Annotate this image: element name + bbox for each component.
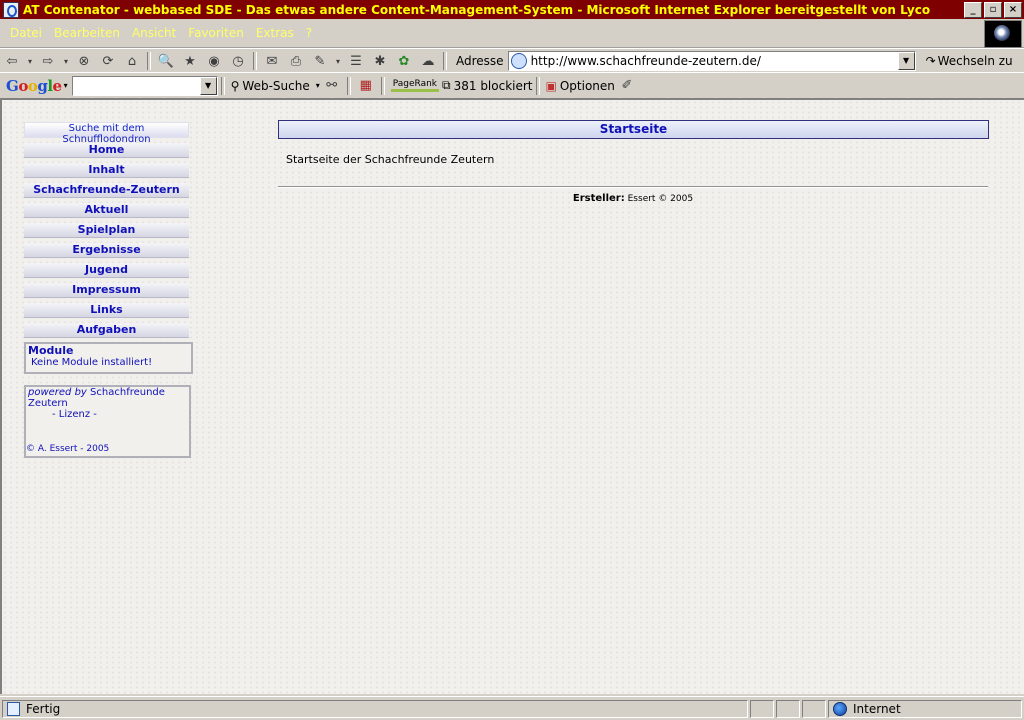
forward-dropdown-icon[interactable]: ▾ [62, 52, 70, 70]
mail-icon[interactable]: ✉ [262, 52, 282, 70]
nav-schachfreunde-zeutern[interactable]: Schachfreunde-Zeutern [24, 183, 189, 198]
status-bar: Fertig Internet [0, 696, 1024, 720]
discuss-icon[interactable]: ▾ [334, 52, 342, 70]
address-url[interactable]: http://www.schachfreunde-zeutern.de/ [531, 54, 761, 68]
google-logo[interactable]: Google [6, 77, 62, 95]
icq-icon[interactable]: ✿ [394, 52, 414, 70]
internet-zone-icon [833, 701, 847, 716]
modules-box: Module Keine Module installiert! [24, 342, 193, 374]
news-icon[interactable]: ▦ [356, 77, 376, 95]
back-icon[interactable]: ⇦ [2, 52, 22, 70]
popup-blocker-button[interactable]: ⧉ 381 blockiert [442, 78, 533, 93]
page-content: Suche mit dem Schnufflodondron Home Inha… [0, 98, 1024, 694]
highlight-icon[interactable]: ✐ [617, 77, 637, 95]
web-search-dropdown-icon[interactable]: ▾ [316, 81, 320, 90]
pagerank-label: PageRank [390, 79, 440, 92]
nav-links[interactable]: Links [24, 303, 189, 318]
footer-value: Essert © 2005 [627, 194, 694, 204]
google-search-dropdown-icon[interactable]: ▼ [199, 76, 217, 95]
address-field[interactable]: http://www.schachfreunde-zeutern.de/ ▼ [507, 51, 916, 71]
back-dropdown-icon[interactable]: ▾ [26, 52, 34, 70]
window-title: AT Contenator - webbased SDE - Das etwas… [23, 2, 931, 17]
status-cell [802, 699, 826, 718]
search-link[interactable]: Suche mit dem Schnufflodondron [24, 122, 189, 145]
footer-label: Ersteller: [572, 193, 625, 204]
go-button[interactable]: ↷ Wechseln zu [926, 54, 1013, 68]
nav-inhalt[interactable]: Inhalt [24, 163, 189, 178]
powered-by-box: powered by Schachfreunde Zeutern - Lizen… [24, 385, 191, 458]
address-dropdown-icon[interactable]: ▼ [897, 52, 915, 70]
media-icon[interactable]: ◉ [204, 52, 224, 70]
pagerank-indicator[interactable]: PageRank [390, 79, 440, 92]
ie-icon[interactable] [3, 1, 19, 18]
menu-bearbeiten[interactable]: Bearbeiten [52, 26, 122, 40]
google-search-input[interactable]: ▼ [71, 75, 218, 96]
sidebar-copyright: © A. Essert - 2005 [26, 444, 110, 454]
search-icon[interactable]: 🔍 [156, 52, 176, 70]
google-toolbar: Google ▾ ▼ ⚲ Web-Suche ▾ ⚯ ▦ PageRank ⧉ … [0, 72, 1024, 99]
options-label: Optionen [559, 78, 615, 93]
nav-home[interactable]: Home [24, 143, 189, 158]
notepad-icon[interactable]: ☰ [346, 52, 366, 70]
google-menu-dropdown-icon[interactable]: ▾ [64, 81, 68, 90]
menu-help[interactable]: ? [304, 26, 314, 40]
web-search-button[interactable]: ⚲ Web-Suche ▾ [231, 79, 320, 93]
nav-impressum[interactable]: Impressum [24, 283, 189, 298]
title-bar: AT Contenator - webbased SDE - Das etwas… [0, 0, 1024, 19]
windows-logo-icon [984, 20, 1022, 48]
page-footer: Ersteller: Essert © 2005 [278, 193, 988, 204]
print-icon[interactable]: ⎙ [286, 52, 306, 70]
research-icon[interactable]: ✱ [370, 52, 390, 70]
forward-icon[interactable]: ⇨ [38, 52, 58, 70]
menu-bar: Datei Bearbeiten Ansicht Favoriten Extra… [0, 19, 1024, 48]
go-label: Wechseln zu [937, 54, 1013, 68]
nav-jugend[interactable]: Jugend [24, 263, 189, 278]
license-link[interactable]: - Lizenz - [52, 409, 189, 420]
history-icon[interactable]: ◷ [228, 52, 248, 70]
address-label: Adresse [456, 54, 504, 68]
binoculars-icon: ⚲ [230, 78, 240, 93]
messenger-icon[interactable]: ☁ [418, 52, 438, 70]
nav-aktuell[interactable]: Aktuell [24, 203, 189, 218]
zone-label: Internet [853, 701, 901, 716]
home-icon[interactable]: ⌂ [122, 52, 142, 70]
minimize-button[interactable]: _ [964, 1, 982, 18]
page-status-icon [7, 701, 20, 716]
page-title: Startseite [278, 120, 989, 139]
go-arrow-icon: ↷ [925, 54, 936, 68]
modules-text: Keine Module installiert! [31, 357, 153, 368]
page-text: Startseite der Schachfreunde Zeutern [286, 153, 495, 166]
favorites-icon[interactable]: ★ [180, 52, 200, 70]
status-cell [750, 699, 774, 718]
stop-icon[interactable]: ⊗ [74, 52, 94, 70]
maximize-button[interactable]: ▫ [984, 1, 1002, 18]
status-text: Fertig [26, 701, 61, 716]
edit-icon[interactable]: ✎ [310, 52, 330, 70]
nav-aufgaben[interactable]: Aufgaben [24, 323, 189, 338]
popup-blocked-count: 381 blockiert [453, 78, 533, 93]
refresh-icon[interactable]: ⟳ [98, 52, 118, 70]
web-search-label: Web-Suche [242, 78, 310, 93]
status-zone: Internet [828, 699, 1022, 718]
page-icon [510, 53, 527, 69]
modules-heading: Module [28, 344, 74, 357]
options-icon: ▣ [545, 78, 557, 93]
menu-datei[interactable]: Datei [8, 26, 44, 40]
site-search-icon[interactable]: ⚯ [322, 77, 342, 95]
close-button[interactable]: × [1004, 1, 1022, 18]
standard-toolbar: ⇦ ▾ ⇨ ▾ ⊗ ⟳ ⌂ 🔍 ★ ◉ ◷ ✉ ⎙ ✎ ▾ ☰ ✱ ✿ ☁ Ad… [0, 48, 1024, 74]
menu-favoriten[interactable]: Favoriten [186, 26, 246, 40]
menu-ansicht[interactable]: Ansicht [130, 26, 178, 40]
powered-by-prefix: powered by [28, 387, 87, 398]
status-main: Fertig [2, 699, 748, 718]
nav-ergebnisse[interactable]: Ergebnisse [24, 243, 189, 258]
options-button[interactable]: ▣ Optionen [546, 79, 615, 93]
menu-extras[interactable]: Extras [254, 26, 296, 40]
popup-blocker-icon: ⧉ [442, 78, 451, 92]
status-cell [776, 699, 800, 718]
nav-spielplan[interactable]: Spielplan [24, 223, 189, 238]
sidebar: Suche mit dem Schnufflodondron Home Inha… [24, 122, 189, 338]
divider [278, 186, 988, 188]
